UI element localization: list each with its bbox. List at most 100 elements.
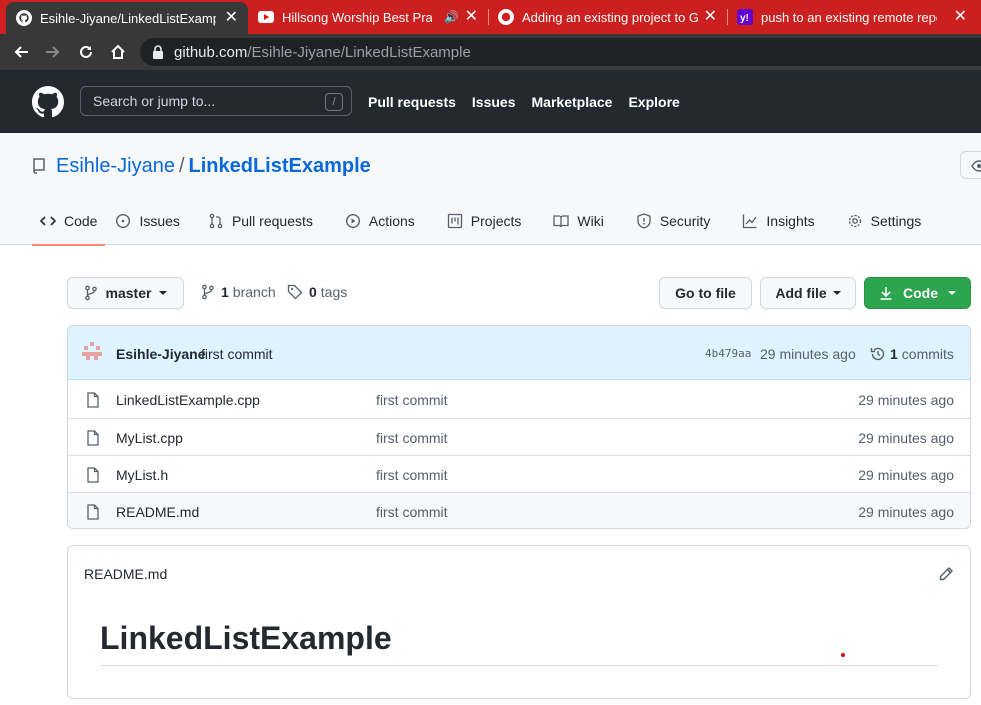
file-row[interactable]: README.md first commit 29 minutes ago bbox=[68, 492, 970, 528]
file-icon bbox=[86, 467, 100, 486]
branch-select-button[interactable]: master bbox=[67, 277, 184, 309]
search-input[interactable] bbox=[81, 87, 351, 115]
latest-commit-bar: Esihle-Jiyane first commit 4b479aa 29 mi… bbox=[68, 326, 970, 380]
yahoo-icon: y! bbox=[737, 9, 753, 25]
file-name-link[interactable]: LinkedListExample.cpp bbox=[116, 392, 260, 408]
browser-tab[interactable]: Adding an existing project to GitH ✕ bbox=[488, 0, 728, 34]
file-name-link[interactable]: MyList.h bbox=[116, 467, 168, 483]
file-commit-link[interactable]: first commit bbox=[376, 430, 448, 446]
url-text: github.com/Esihle-Jiyane/LinkedListExamp… bbox=[174, 44, 471, 61]
pencil-icon[interactable] bbox=[938, 566, 954, 585]
readme-box: README.md LinkedListExample bbox=[67, 545, 971, 699]
tab-title: Hillsong Worship Best Praise bbox=[282, 9, 432, 25]
avatar[interactable] bbox=[82, 342, 102, 362]
github-icon bbox=[498, 9, 514, 25]
add-file-button[interactable]: Add file bbox=[760, 277, 856, 309]
play-icon bbox=[345, 213, 360, 229]
github-header: / Pull requests Issues Marketplace Explo… bbox=[0, 70, 981, 133]
tab-label: Issues bbox=[139, 213, 180, 229]
forward-arrow-icon[interactable] bbox=[42, 41, 64, 63]
repo-nav: Code Issues Pull requests Actions Projec… bbox=[32, 203, 930, 246]
file-age: 29 minutes ago bbox=[858, 392, 954, 408]
file-row[interactable]: MyList.h first commit 29 minutes ago bbox=[68, 455, 970, 492]
file-name-link[interactable]: README.md bbox=[116, 504, 199, 520]
close-tab-icon[interactable]: ✕ bbox=[704, 9, 717, 25]
file-icon bbox=[86, 430, 100, 449]
history-icon bbox=[870, 347, 885, 361]
git-branch-icon bbox=[202, 284, 214, 300]
address-bar[interactable]: github.com/Esihle-Jiyane/LinkedListExamp… bbox=[140, 38, 981, 66]
commit-message-link[interactable]: first commit bbox=[201, 346, 273, 362]
git-branch-icon bbox=[84, 285, 97, 301]
nav-marketplace[interactable]: Marketplace bbox=[532, 94, 613, 110]
tab-label: Actions bbox=[368, 213, 415, 229]
tab-projects[interactable]: Projects bbox=[439, 203, 530, 239]
file-commit-link[interactable]: first commit bbox=[376, 504, 448, 520]
file-age: 29 minutes ago bbox=[858, 430, 954, 446]
file-icon bbox=[86, 392, 100, 411]
tag-label: tags bbox=[320, 284, 348, 300]
branch-count: 1 bbox=[221, 284, 229, 300]
tab-insights[interactable]: Insights bbox=[734, 203, 822, 239]
repo-owner-link[interactable]: Esihle-Jiyane bbox=[56, 155, 175, 178]
tab-label: Insights bbox=[766, 213, 815, 229]
tab-wiki[interactable]: Wiki bbox=[545, 203, 611, 239]
commits-link[interactable]: 1 commits bbox=[870, 346, 954, 362]
speaker-icon[interactable]: 🔊 bbox=[444, 10, 459, 24]
github-logo-icon[interactable] bbox=[32, 86, 64, 121]
browser-tab[interactable]: Hillsong Worship Best Praise 🔊 ✕ bbox=[248, 0, 489, 34]
close-tab-icon[interactable]: ✕ bbox=[465, 9, 478, 25]
code-button[interactable]: Code bbox=[864, 277, 971, 309]
caret-down-icon bbox=[159, 291, 168, 295]
browser-tab[interactable]: y! push to an existing remote repos ✕ bbox=[727, 0, 981, 34]
close-tab-icon[interactable]: ✕ bbox=[954, 9, 967, 25]
book-icon bbox=[553, 215, 570, 228]
repo-name-link[interactable]: LinkedListExample bbox=[189, 155, 371, 178]
file-name-link[interactable]: MyList.cpp bbox=[116, 430, 183, 446]
file-icon bbox=[86, 504, 100, 523]
file-row[interactable]: MyList.cpp first commit 29 minutes ago bbox=[68, 418, 970, 455]
back-arrow-icon[interactable] bbox=[10, 41, 32, 63]
browser-tab-active[interactable]: Esihle-Jiyane/LinkedListExample ✕ bbox=[6, 2, 248, 34]
tab-label: Settings bbox=[870, 213, 922, 229]
home-icon[interactable] bbox=[107, 41, 129, 63]
file-commit-link[interactable]: first commit bbox=[376, 467, 448, 483]
tab-pull-requests[interactable]: Pull requests bbox=[200, 203, 321, 239]
cursor-dot bbox=[841, 653, 845, 657]
caret-down-icon bbox=[832, 291, 841, 295]
commit-count: 1 bbox=[890, 346, 898, 362]
file-row[interactable]: LinkedListExample.cpp first commit 29 mi… bbox=[68, 381, 970, 418]
tab-code[interactable]: Code bbox=[32, 203, 106, 246]
file-commit-link[interactable]: first commit bbox=[376, 392, 448, 408]
tags-link[interactable]: 0 tags bbox=[287, 284, 347, 300]
download-icon bbox=[880, 287, 892, 300]
tab-settings[interactable]: Settings bbox=[839, 203, 930, 239]
tab-issues[interactable]: Issues bbox=[107, 203, 187, 239]
tab-label: Security bbox=[659, 213, 711, 229]
add-file-label: Add file bbox=[775, 285, 827, 301]
watch-button[interactable] bbox=[960, 151, 981, 179]
nav-issues[interactable]: Issues bbox=[472, 94, 516, 110]
lock-icon[interactable] bbox=[152, 45, 164, 62]
close-tab-icon[interactable]: ✕ bbox=[225, 10, 238, 26]
nav-pull-requests[interactable]: Pull requests bbox=[368, 94, 456, 110]
reload-icon[interactable] bbox=[75, 41, 97, 63]
repo-icon bbox=[32, 157, 46, 180]
github-icon bbox=[16, 10, 32, 26]
commit-author-link[interactable]: Esihle-Jiyane bbox=[116, 346, 206, 362]
go-to-file-button[interactable]: Go to file bbox=[659, 277, 752, 309]
browser-toolbar: github.com/Esihle-Jiyane/LinkedListExamp… bbox=[0, 34, 981, 70]
nav-explore[interactable]: Explore bbox=[628, 94, 679, 110]
tab-title: push to an existing remote repos bbox=[761, 9, 937, 25]
repo-title: Esihle-Jiyane / LinkedListExample bbox=[32, 153, 371, 180]
tag-icon bbox=[287, 284, 303, 300]
commit-sha-link[interactable]: 4b479aa bbox=[705, 347, 751, 360]
svg-text:y!: y! bbox=[740, 13, 749, 24]
tab-actions[interactable]: Actions bbox=[337, 203, 423, 239]
branches-link[interactable]: 1 branch bbox=[201, 284, 276, 300]
commit-time: 29 minutes ago bbox=[760, 346, 856, 362]
readme-heading: LinkedListExample bbox=[100, 620, 392, 656]
tab-security[interactable]: Security bbox=[628, 203, 719, 239]
search-shortcut-key: / bbox=[325, 93, 343, 111]
tab-title: Esihle-Jiyane/LinkedListExample bbox=[40, 10, 216, 26]
